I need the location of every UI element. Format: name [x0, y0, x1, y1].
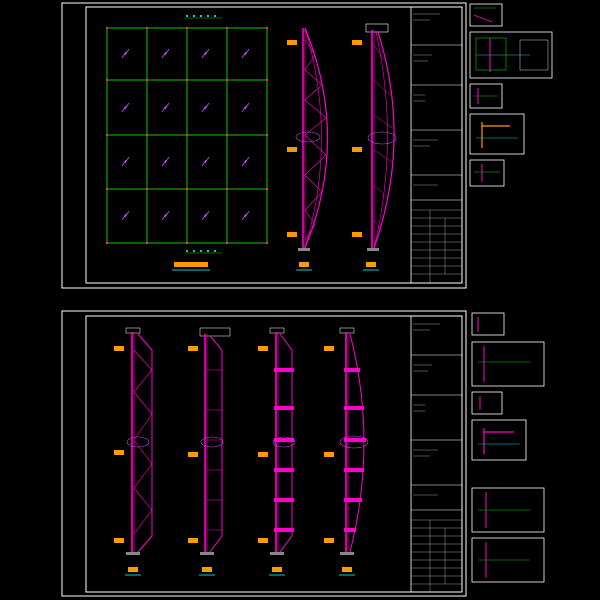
detail-thumb-8	[471, 391, 503, 415]
truss-elevation-b	[188, 327, 231, 576]
section-marker-b	[202, 567, 212, 572]
section-marker-2	[366, 262, 376, 267]
sheet-2	[61, 310, 467, 597]
sheet-1-outer-frame	[61, 2, 467, 289]
truss-elevation-a	[114, 327, 153, 576]
truss-elevation-1	[287, 27, 329, 271]
section-marker-c	[272, 567, 282, 572]
detail-thumb-4	[469, 113, 525, 155]
section-marker-a	[128, 567, 138, 572]
detail-thumb-9	[471, 419, 527, 461]
sheet-2-detail-thumbnails	[471, 312, 545, 583]
detail-thumb-6	[471, 312, 505, 336]
detail-thumb-7	[471, 341, 545, 387]
truss-elevation-d	[324, 327, 369, 576]
section-marker-1	[299, 262, 309, 267]
sheet-1-inner-frame	[85, 6, 463, 284]
plan-title-marker	[172, 262, 210, 271]
sheet-2-title-block	[410, 315, 463, 593]
sheet-1-detail-thumbnails	[469, 3, 553, 187]
detail-thumb-5	[469, 159, 505, 187]
sheet-2-inner-frame	[85, 315, 463, 593]
sheet-1	[61, 2, 467, 289]
truss-elevation-2	[352, 23, 397, 271]
drawing-canvas	[61, 2, 553, 597]
truss-elevation-c	[258, 327, 296, 576]
section-marker-d	[342, 567, 352, 572]
sheet-1-title-block	[410, 6, 463, 284]
panel-grid-plan	[105, 15, 269, 271]
